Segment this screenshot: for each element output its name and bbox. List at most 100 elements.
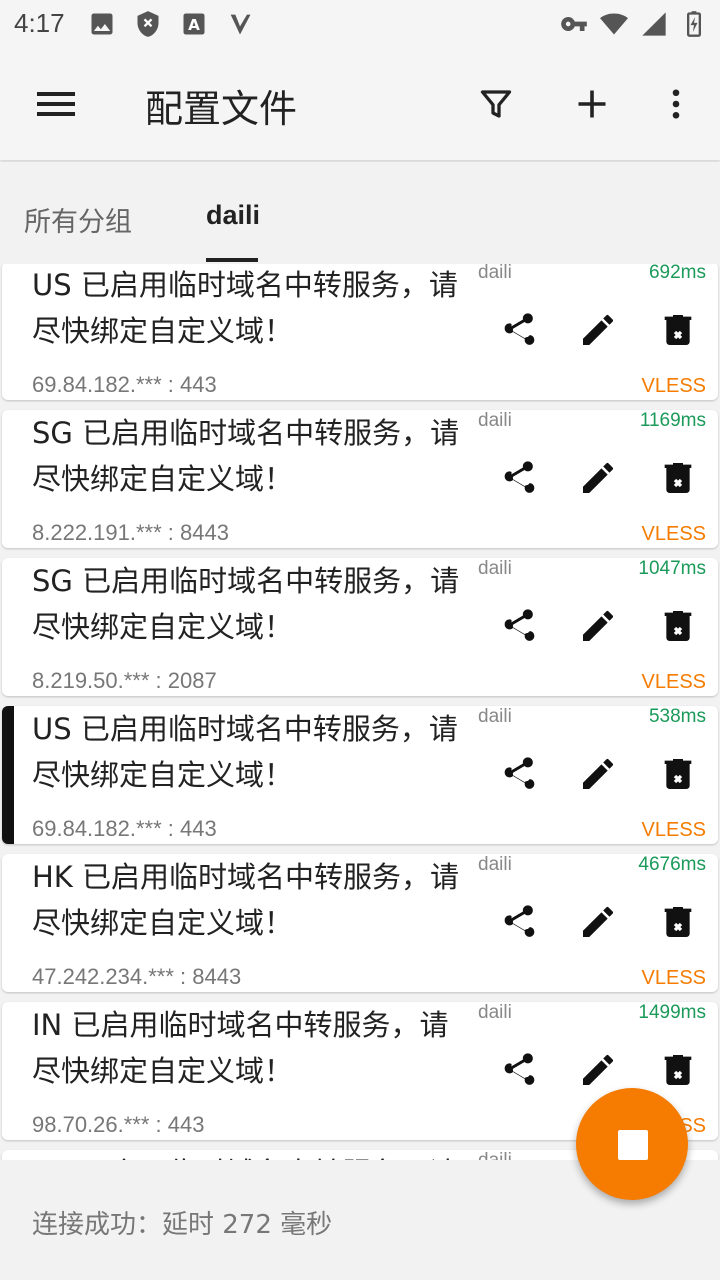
share-button[interactable] (494, 752, 542, 800)
server-title: HK 已启用临时域名中转服务，请尽快绑定自定义域！ (32, 860, 460, 940)
delete-button[interactable] (654, 752, 702, 800)
server-group: daili (478, 854, 512, 875)
edit-button[interactable] (574, 900, 622, 948)
share-icon (498, 458, 538, 502)
delete-icon (658, 606, 698, 650)
add-button[interactable] (564, 76, 620, 132)
server-group: daili (478, 1002, 512, 1023)
delete-button[interactable] (654, 308, 702, 356)
server-latency: 1047ms (638, 558, 706, 579)
status-time: 4:17 (14, 8, 65, 38)
server-address: 8.219.50.*** : 2087 (32, 668, 217, 693)
delete-icon (658, 310, 698, 354)
delete-icon (658, 1050, 698, 1094)
share-icon (498, 310, 538, 354)
server-protocol: VLESS (641, 819, 706, 841)
edit-button[interactable] (574, 752, 622, 800)
app-bar: 配置文件 (0, 48, 720, 160)
vpn-v-icon (230, 14, 251, 35)
share-button[interactable] (494, 308, 542, 356)
server-title: US 已启用临时域名中转服务，请尽快绑定自定义域！ (32, 712, 458, 792)
edit-icon (578, 310, 618, 354)
share-button[interactable] (494, 604, 542, 652)
group-tabs: 所有分组 daili (0, 162, 720, 264)
server-address: 69.84.182.*** : 443 (32, 816, 217, 841)
tab-indicator (206, 258, 258, 262)
delete-button[interactable] (654, 604, 702, 652)
edit-button[interactable] (574, 1048, 622, 1096)
edit-button[interactable] (574, 456, 622, 504)
page-title: 配置文件 (145, 87, 298, 131)
signal-icon (642, 12, 666, 36)
server-latency: 692ms (648, 264, 706, 283)
share-button[interactable] (494, 900, 542, 948)
battery-charging-icon (687, 11, 701, 37)
status-bar: 4:17 A (0, 0, 720, 48)
image-icon (91, 13, 113, 35)
delete-button[interactable] (654, 900, 702, 948)
server-card[interactable]: US 已启用临时域名中转服务，请尽快绑定自定义域！ daili 692ms 69.84… (2, 264, 718, 400)
server-card[interactable]: SG 已启用临时域名中转服务，请尽快绑定自定义域！ daili 1169ms 8.22… (2, 410, 718, 548)
server-address: 8.222.191.*** : 8443 (32, 520, 229, 545)
svg-text:A: A (188, 16, 200, 34)
server-protocol: VLESS (641, 523, 706, 545)
share-icon (498, 754, 538, 798)
share-button[interactable] (494, 456, 542, 504)
share-button[interactable] (494, 1048, 542, 1096)
server-card[interactable]: US 已启用临时域名中转服务，请尽快绑定自定义域！ daili 538ms 69.84… (2, 706, 718, 844)
tab-all-groups[interactable]: 所有分组 (24, 200, 132, 239)
menu-button[interactable] (28, 76, 84, 132)
server-group: daili (478, 558, 512, 579)
server-group: daili (478, 264, 512, 283)
server-latency: 1169ms (639, 410, 706, 431)
share-icon (498, 1050, 538, 1094)
delete-button[interactable] (654, 1048, 702, 1096)
server-address: 98.70.26.*** : 443 (32, 1112, 205, 1137)
delete-button[interactable] (654, 456, 702, 504)
edit-icon (578, 754, 618, 798)
edit-button[interactable] (574, 604, 622, 652)
server-latency: 1499ms (638, 1002, 706, 1023)
shield-icon (137, 11, 159, 37)
filter-button[interactable] (468, 76, 524, 132)
delete-icon (658, 902, 698, 946)
server-protocol: VLESS (641, 967, 706, 989)
server-latency: 4676ms (638, 854, 706, 875)
server-title: SG 已启用临时域名中转服务，请尽快绑定自定义域！ (32, 564, 460, 644)
share-icon (498, 902, 538, 946)
server-title: US 已启用临时域名中转服务，请尽快绑定自定义域！ (32, 268, 458, 348)
edit-icon (578, 606, 618, 650)
font-a-icon: A (183, 13, 205, 35)
key-icon (561, 17, 587, 31)
edit-icon (578, 458, 618, 502)
server-protocol: VLESS (641, 671, 706, 693)
edit-icon (578, 902, 618, 946)
filter-icon (480, 90, 512, 118)
more-options-button[interactable] (648, 76, 704, 132)
hamburger-menu-icon (37, 92, 75, 116)
server-group: daili (478, 1150, 512, 1160)
server-protocol: VLESS (641, 375, 706, 397)
add-icon (578, 90, 606, 118)
delete-icon (658, 754, 698, 798)
server-address: 47.242.234.*** : 8443 (32, 964, 242, 989)
edit-button[interactable] (574, 308, 622, 356)
server-latency: 538ms (648, 706, 706, 727)
share-icon (498, 606, 538, 650)
server-title: IN 已启用临时域名中转服务，请尽快绑定自定义域！ (32, 1008, 449, 1088)
connection-status-text: 连接成功：延时 272 毫秒 (32, 1210, 333, 1240)
tab-daili[interactable]: daili (206, 200, 260, 231)
server-card[interactable]: SG 已启用临时域名中转服务，请尽快绑定自定义域！ daili 1047ms 8.21… (2, 558, 718, 696)
stop-icon (618, 1130, 648, 1160)
server-list[interactable]: US 已启用临时域名中转服务，请尽快绑定自定义域！ daili 692ms 69.84… (0, 264, 720, 1160)
server-title: US 已启用临时域名中转服务，请尽快绑定自定义域！ (32, 1150, 462, 1160)
stop-button[interactable] (576, 1088, 688, 1200)
edit-icon (578, 1050, 618, 1094)
server-card[interactable]: HK 已启用临时域名中转服务，请尽快绑定自定义域！ daili 4676ms 47.2… (2, 854, 718, 992)
server-address: 69.84.182.*** : 443 (32, 372, 217, 397)
server-title: SG 已启用临时域名中转服务，请尽快绑定自定义域！ (32, 416, 460, 496)
delete-icon (658, 458, 698, 502)
server-group: daili (478, 706, 512, 727)
server-group: daili (478, 410, 512, 431)
more-vert-icon (672, 89, 680, 119)
